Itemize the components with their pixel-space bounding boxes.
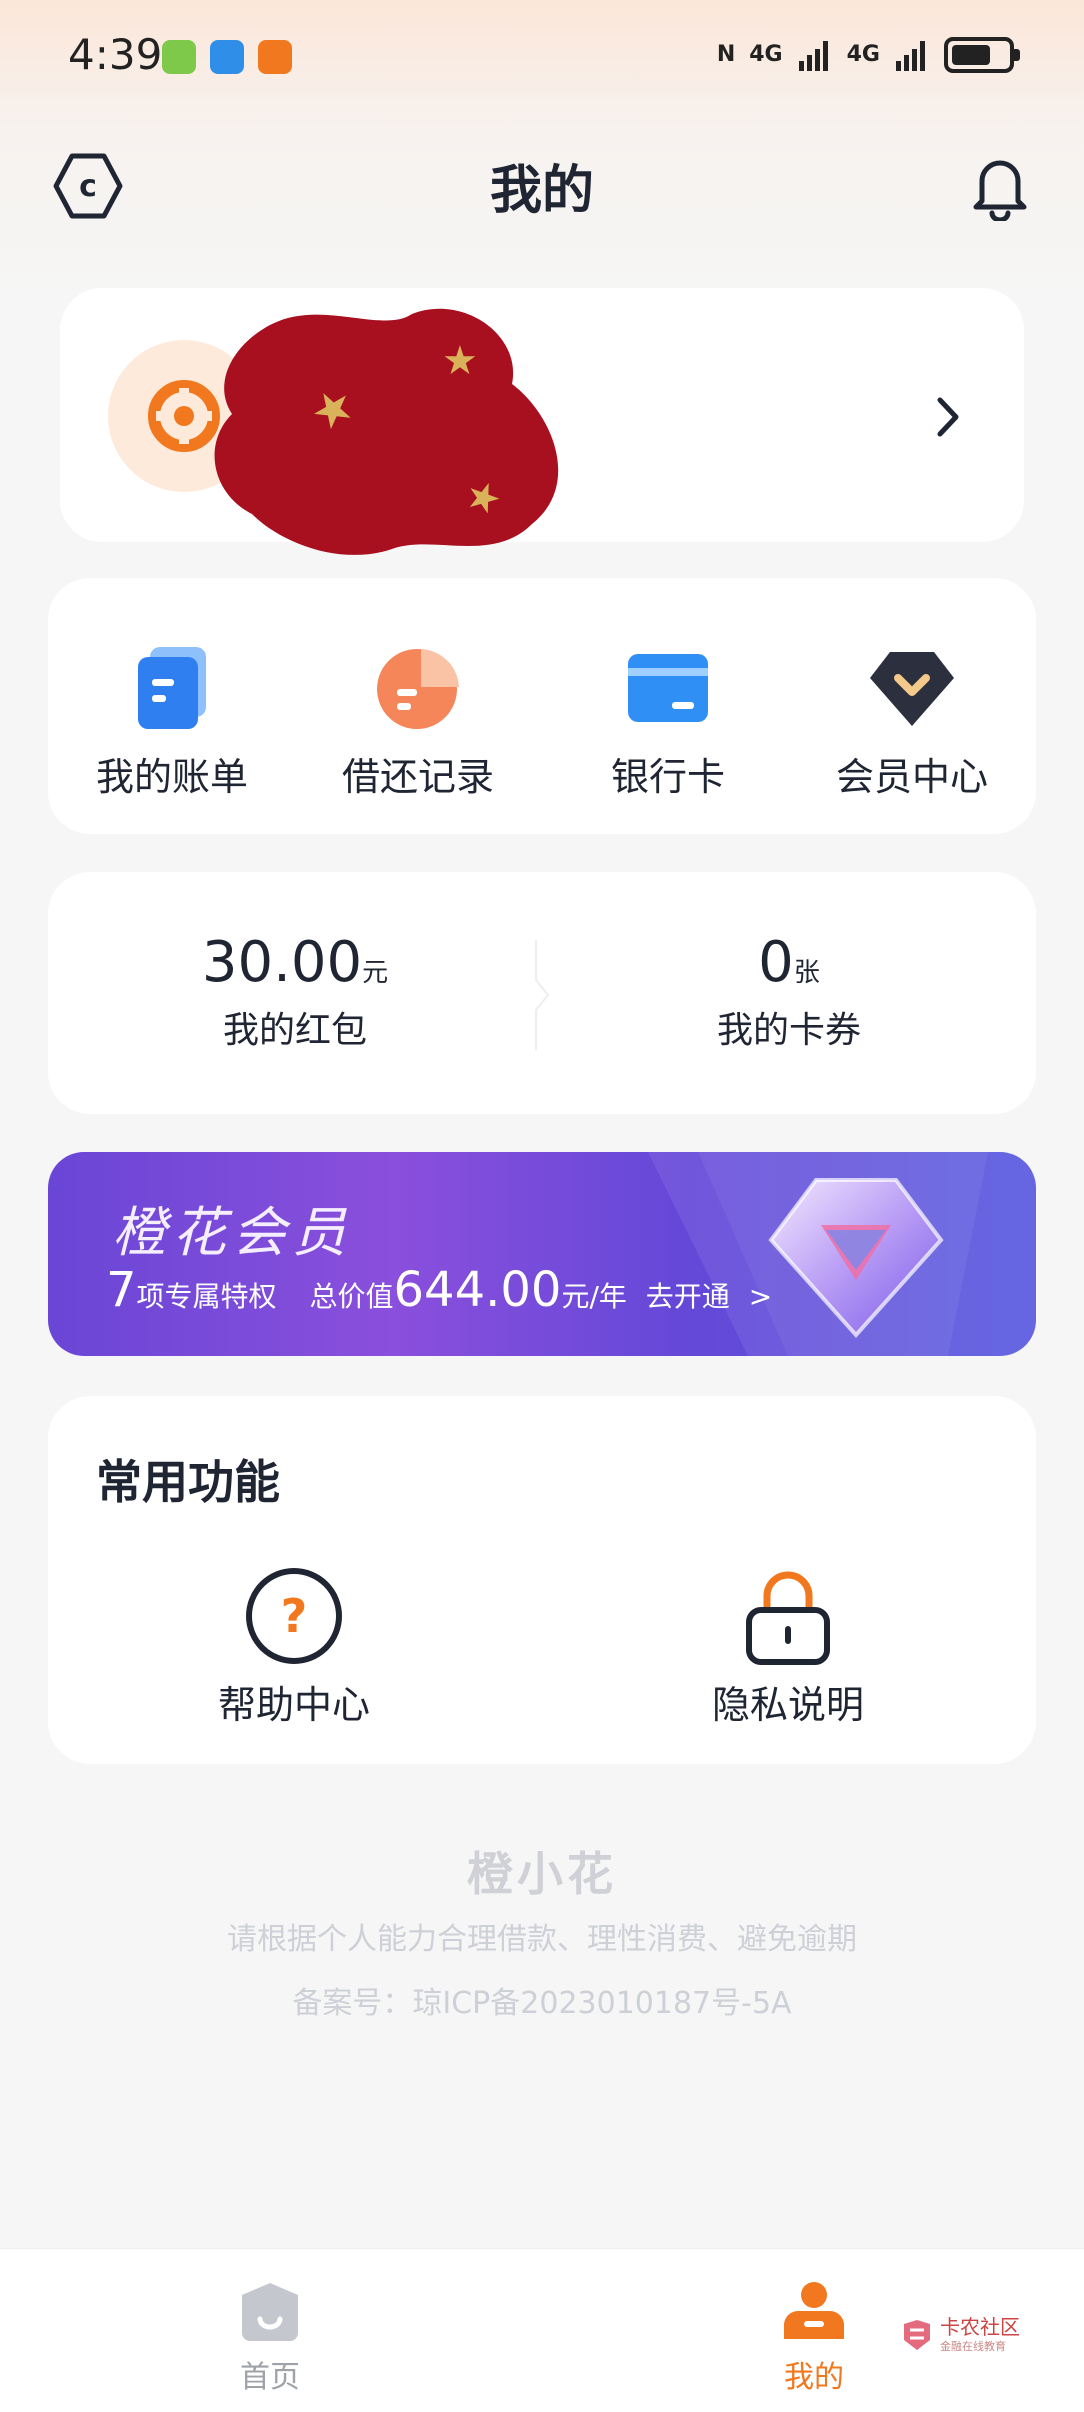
vip-total-prefix: 总价值	[309, 1280, 394, 1313]
help-circle-icon: ?	[242, 1564, 346, 1668]
profile-icon	[782, 2280, 846, 2344]
network-1-label: 4G	[749, 42, 783, 67]
pie-chart-icon	[370, 640, 466, 736]
coupon-label: 我的卡券	[716, 1010, 861, 1051]
red-packet-entry[interactable]: 30.00元 我的红包	[48, 930, 542, 1053]
svg-text:?: ?	[281, 1589, 308, 1643]
shortcut-label: 我的账单	[95, 755, 248, 799]
community-watermark: 卡农社区 金融在线教育	[900, 2316, 1020, 2354]
red-packet-value: 30.00	[201, 930, 363, 995]
bill-icon	[124, 640, 220, 736]
shortcut-my-bill[interactable]: 我的账单	[62, 640, 282, 801]
footer-brand: 橙小花	[467, 1847, 617, 1901]
vip-description[interactable]: 7项专属特权 总价值644.00元/年 去开通 >	[106, 1262, 772, 1318]
lock-icon	[736, 1564, 840, 1668]
network-2-label: 4G	[846, 42, 880, 67]
help-center-entry[interactable]: ? 帮助中心	[144, 1564, 444, 1729]
vip-cta[interactable]: 去开通	[646, 1280, 730, 1313]
wifi-app-notification-icon	[162, 40, 196, 74]
redacted-sticker: ★ ★ ★	[212, 304, 572, 562]
page-title: 我的	[489, 161, 594, 221]
nav-item-home[interactable]: 首页	[170, 2280, 370, 2396]
red-packet-label: 我的红包	[222, 1010, 367, 1051]
battery-icon	[944, 37, 1020, 73]
coupon-unit: 张	[793, 958, 820, 988]
status-indicators: N 4G 4G	[716, 30, 1020, 80]
watermark-title: 卡农社区	[940, 2315, 1020, 2339]
vip-total-value: 644.00	[393, 1262, 562, 1318]
vip-gem-icon	[766, 1170, 946, 1340]
coupon-value: 0	[758, 930, 794, 995]
shortcut-label: 借还记录	[341, 755, 494, 799]
signal-2-icon	[896, 41, 925, 71]
shortcut-label: 会员中心	[835, 755, 988, 799]
vip-total-suffix: 元/年	[561, 1280, 627, 1313]
nav-item-mine[interactable]: 我的	[714, 2280, 914, 2396]
vip-privilege-suffix: 项专属特权	[136, 1280, 277, 1313]
footer-tip: 请根据个人能力合理借款、理性消费、避免逾期	[227, 1922, 857, 1957]
bank-card-icon	[620, 640, 716, 736]
shortcut-member-center[interactable]: 会员中心	[802, 640, 1022, 801]
vip-title: 橙花会员	[112, 1201, 352, 1264]
chevron-right-icon[interactable]	[928, 392, 968, 442]
shortcut-bank-card[interactable]: 银行卡	[558, 640, 778, 801]
watermark-subtitle: 金融在线教育	[940, 2340, 1006, 2353]
home-icon	[238, 2280, 302, 2344]
watermark-logo-icon	[904, 2320, 930, 2350]
common-functions-title: 常用功能	[96, 1455, 280, 1509]
footer-icp: 备案号：琼ICP备2023010187号-5A	[292, 1986, 792, 2021]
nfc-icon: N	[716, 42, 736, 67]
member-center-icon	[864, 640, 960, 736]
status-time: 4:39	[68, 30, 163, 79]
nav-label-mine: 我的	[784, 2360, 844, 2395]
bell-icon[interactable]	[962, 148, 1038, 224]
shortcut-label: 银行卡	[610, 755, 725, 799]
shortcut-loan-records[interactable]: 借还记录	[308, 640, 528, 801]
vip-privilege-count: 7	[106, 1262, 137, 1318]
signal-1-icon	[798, 41, 828, 71]
nav-label-home: 首页	[240, 2360, 300, 2395]
help-center-label: 帮助中心	[217, 1683, 370, 1727]
red-packet-unit: 元	[362, 958, 389, 988]
message-notification-icon	[210, 40, 244, 74]
privacy-entry[interactable]: 隐私说明	[638, 1564, 938, 1729]
app-notification-icon	[258, 40, 292, 74]
coupon-entry[interactable]: 0张 我的卡券	[542, 930, 1036, 1053]
privacy-label: 隐私说明	[711, 1683, 864, 1727]
svg-text:★: ★	[442, 338, 478, 384]
